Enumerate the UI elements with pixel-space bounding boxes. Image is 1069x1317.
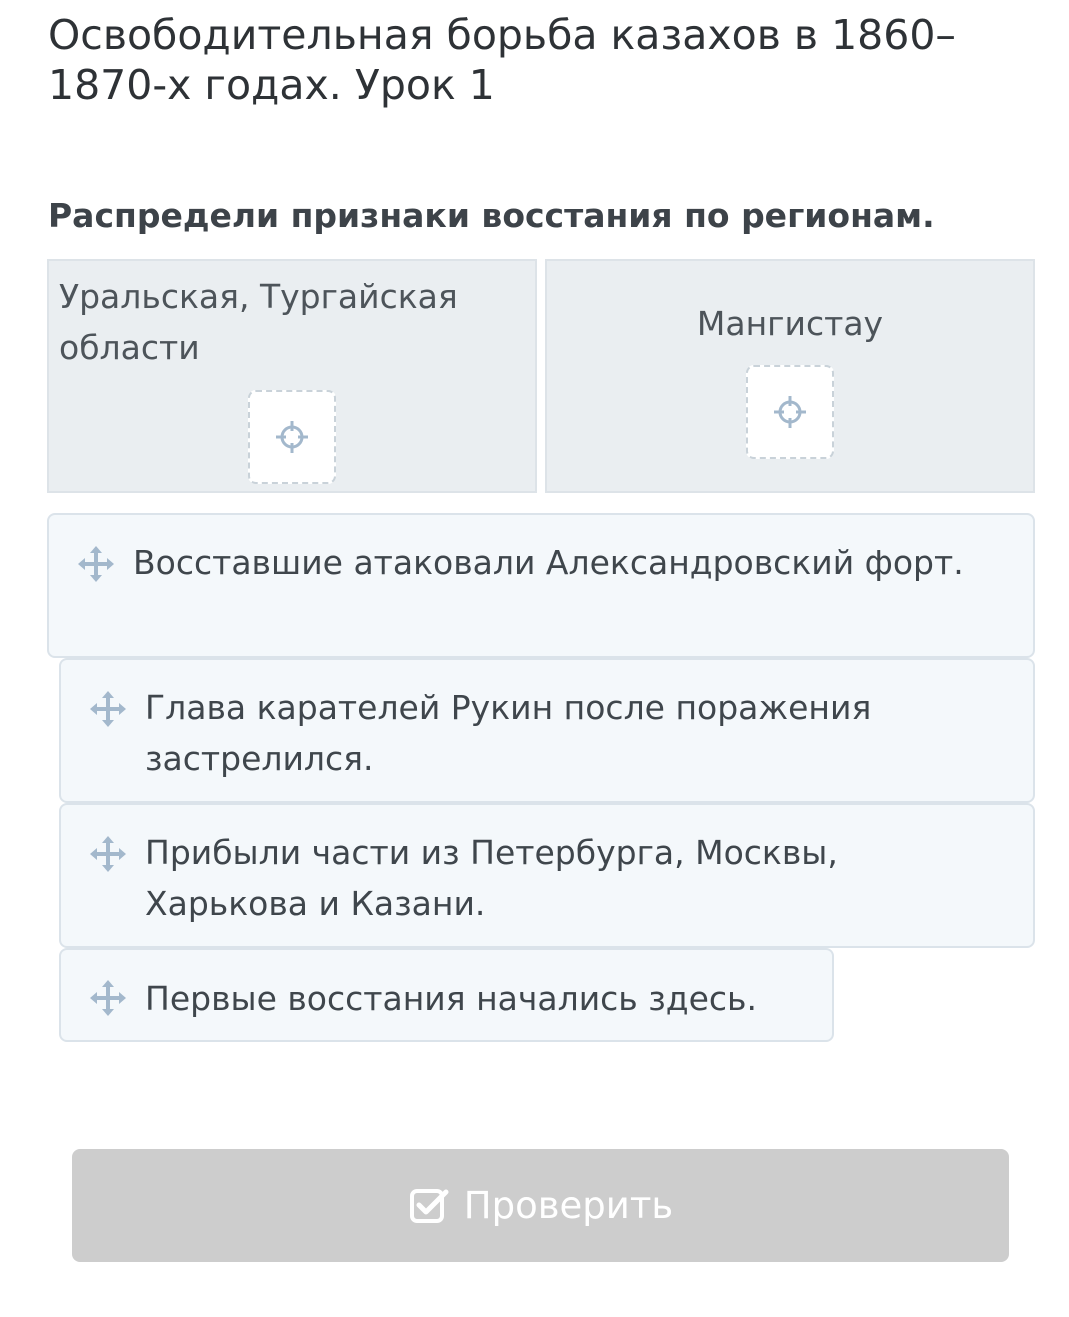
move-icon[interactable] bbox=[87, 688, 129, 730]
crosshair-icon bbox=[276, 421, 308, 453]
card-text: Прибыли части из Петербурга, Москвы, Хар… bbox=[145, 833, 838, 923]
card-text: Первые восстания начались здесь. bbox=[145, 979, 757, 1018]
task-instruction: Распредели признаки восстания по региона… bbox=[48, 196, 935, 235]
drop-zone-label: Мангистау bbox=[696, 304, 884, 343]
move-icon[interactable] bbox=[75, 543, 117, 585]
drop-slot[interactable] bbox=[746, 365, 834, 459]
draggable-card[interactable]: Прибыли части из Петербурга, Москвы, Хар… bbox=[59, 803, 1035, 948]
draggable-card[interactable]: Восставшие атаковали Александровский фор… bbox=[47, 513, 1035, 658]
move-icon[interactable] bbox=[87, 977, 129, 1019]
card-text: Глава карателей Рукин после поражения за… bbox=[145, 688, 872, 778]
draggable-card[interactable]: Глава карателей Рукин после поражения за… bbox=[59, 658, 1035, 803]
check-square-icon bbox=[409, 1188, 449, 1223]
check-button-label: Проверить bbox=[463, 1184, 674, 1227]
drop-slot[interactable] bbox=[248, 390, 336, 484]
drop-zone-mangistau[interactable]: Мангистау bbox=[545, 259, 1035, 493]
draggable-card[interactable]: Первые восстания начались здесь. bbox=[59, 948, 834, 1042]
card-text: Восставшие атаковали Александровский фор… bbox=[133, 543, 964, 582]
move-icon[interactable] bbox=[87, 833, 129, 875]
check-button[interactable]: Проверить bbox=[72, 1149, 1009, 1262]
crosshair-icon bbox=[774, 396, 806, 428]
drop-zone-ural-turgay[interactable]: Уральская, Тургайская области bbox=[47, 259, 537, 493]
lesson-title: Освободительная борьба казахов в 1860–18… bbox=[48, 11, 956, 109]
exercise-page: Освободительная борьба казахов в 1860–18… bbox=[0, 0, 1069, 1317]
drop-zone-label: Уральская, Тургайская области bbox=[59, 277, 458, 367]
